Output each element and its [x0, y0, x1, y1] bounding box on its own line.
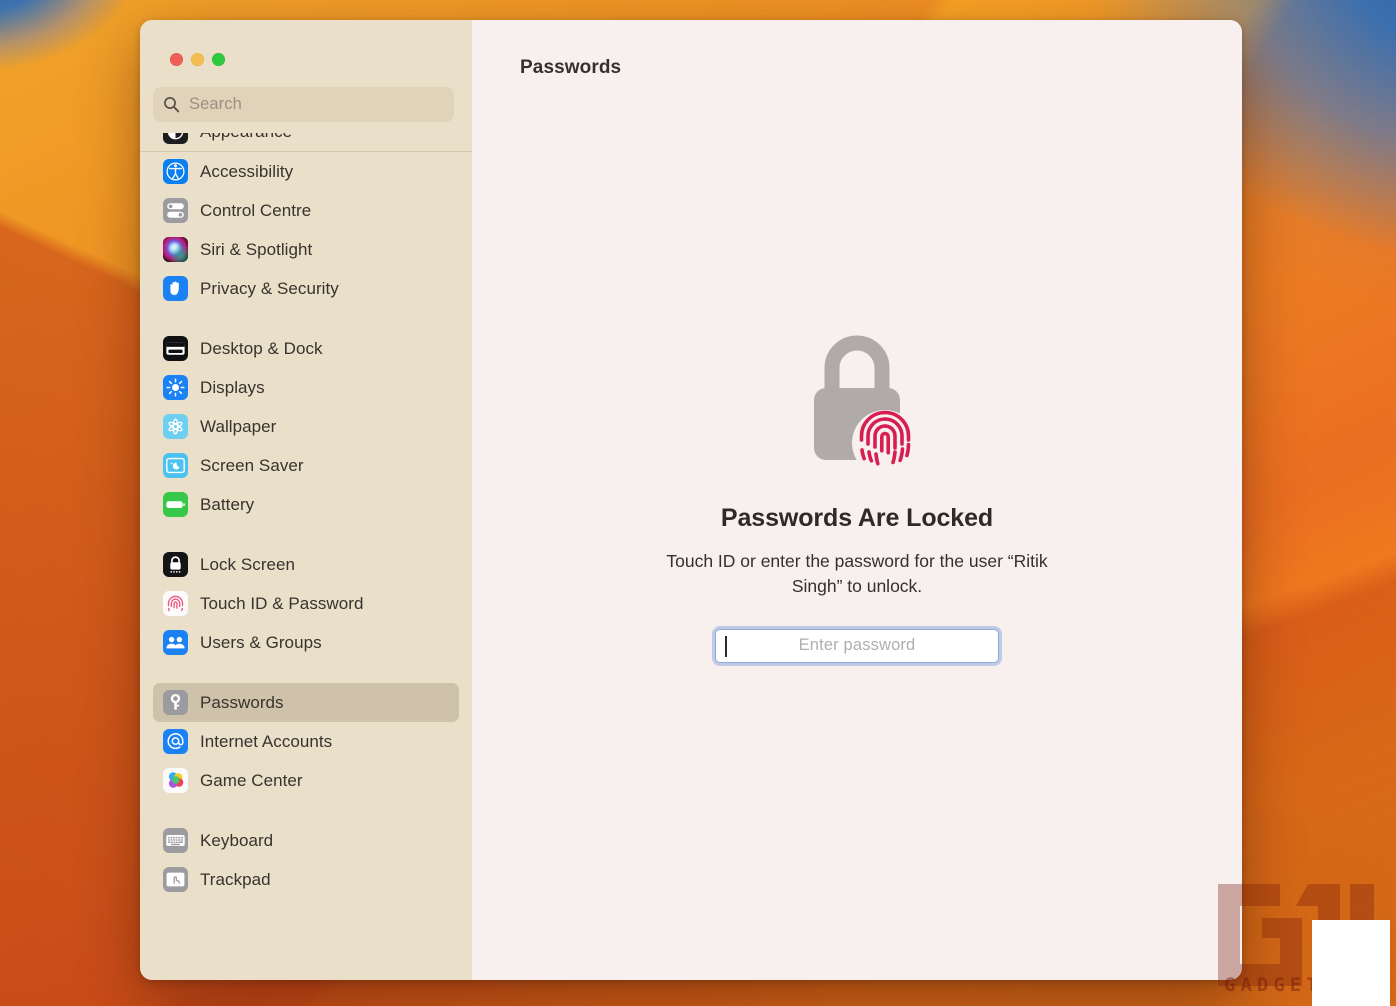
search-icon	[163, 96, 180, 113]
sidebar-item-label: Appearance	[200, 133, 292, 142]
sidebar-item-appearance-clipped[interactable]: Appearance	[153, 133, 459, 151]
sidebar-item-label: Lock Screen	[200, 554, 296, 574]
screensaver-icon	[163, 453, 188, 478]
sidebar-group-3: Lock Screen Touch ID & Password Users & …	[153, 545, 459, 662]
page-title: Passwords	[520, 57, 622, 78]
text-cursor	[725, 635, 727, 657]
sidebar-item-label: Accessibility	[200, 161, 294, 181]
control-centre-icon	[163, 198, 188, 223]
sidebar-group-2: Desktop & Dock Displays Wallpaper Screen…	[153, 329, 459, 524]
sidebar-item-label: Keyboard	[200, 830, 274, 850]
sidebar-item-game-center[interactable]: Game Center	[153, 761, 459, 800]
sidebar-item-desktop-dock[interactable]: Desktop & Dock	[153, 329, 459, 368]
sidebar-item-label: Privacy & Security	[200, 278, 339, 298]
internet-accounts-icon	[163, 729, 188, 754]
sidebar-item-appearance[interactable]: Appearance	[153, 133, 459, 151]
sidebar-item-displays[interactable]: Displays	[153, 368, 459, 407]
desktop-wallpaper: Search Appearanc	[0, 0, 1396, 1006]
sidebar-item-battery[interactable]: Battery	[153, 485, 459, 524]
lock-with-fingerprint-icon	[792, 320, 922, 480]
sidebar-item-label: Wallpaper	[200, 416, 277, 436]
system-settings-window: Search Appearanc	[140, 20, 1242, 980]
sidebar-item-siri-spotlight[interactable]: Siri & Spotlight	[153, 230, 459, 269]
keyboard-icon	[163, 828, 188, 853]
sidebar-item-passwords[interactable]: Passwords	[153, 683, 459, 722]
sidebar-item-label: Internet Accounts	[200, 731, 333, 751]
sidebar-item-keyboard[interactable]: Keyboard	[153, 821, 459, 860]
game-center-icon	[163, 768, 188, 793]
main-content-pane: Passwords Passwords Are Locked Touch ID …	[472, 20, 1242, 980]
locked-heading: Passwords Are Locked	[720, 504, 994, 532]
accessibility-icon	[163, 159, 188, 184]
sidebar-item-label: Passwords	[200, 692, 284, 712]
sidebar-group-4: Passwords Internet Accounts Game Center	[153, 683, 459, 800]
sidebar-item-users-groups[interactable]: Users & Groups	[153, 623, 459, 662]
sidebar-item-wallpaper[interactable]: Wallpaper	[153, 407, 459, 446]
sidebar-item-screen-saver[interactable]: Screen Saver	[153, 446, 459, 485]
sidebar-item-trackpad[interactable]: Trackpad	[153, 860, 459, 899]
sidebar-item-label: Screen Saver	[200, 455, 304, 475]
sidebar-header: Search	[140, 20, 472, 122]
sidebar-group-1: Accessibility Control Centre Siri & Spot…	[153, 152, 459, 308]
locked-subtext: Touch ID or enter the password for the u…	[666, 551, 1048, 596]
sidebar-item-internet-accounts[interactable]: Internet Accounts	[153, 722, 459, 761]
sidebar-item-label: Displays	[200, 377, 265, 397]
sidebar-item-label: Desktop & Dock	[200, 338, 323, 358]
sidebar-item-accessibility[interactable]: Accessibility	[153, 152, 459, 191]
sidebar-item-label: Users & Groups	[200, 632, 322, 652]
trackpad-icon	[163, 867, 188, 892]
close-button[interactable]	[170, 53, 183, 66]
privacy-icon	[163, 276, 188, 301]
battery-icon	[163, 492, 188, 517]
appearance-icon	[163, 133, 188, 144]
minimize-button[interactable]	[191, 53, 204, 66]
sidebar-item-label: Touch ID & Password	[200, 593, 364, 613]
sidebar-item-control-centre[interactable]: Control Centre	[153, 191, 459, 230]
sidebar: Search Appearanc	[140, 20, 472, 980]
sidebar-item-label: Control Centre	[200, 200, 312, 220]
search-input[interactable]: Search	[153, 87, 454, 122]
displays-icon	[163, 375, 188, 400]
wallpaper-icon	[163, 414, 188, 439]
touch-id-icon	[163, 591, 188, 616]
maximize-button[interactable]	[212, 53, 225, 66]
sidebar-item-lock-screen[interactable]: Lock Screen	[153, 545, 459, 584]
sidebar-item-label: Trackpad	[200, 869, 271, 889]
sidebar-item-label: Game Center	[200, 770, 303, 790]
passwords-locked-panel: Passwords Are Locked Touch ID or enter t…	[472, 320, 1242, 663]
key-icon	[163, 690, 188, 715]
lock-screen-icon	[163, 552, 188, 577]
password-placeholder: Enter password	[798, 636, 916, 655]
sidebar-item-label: Battery	[200, 494, 255, 514]
sidebar-group-5: Keyboard Trackpad	[153, 821, 459, 899]
sidebar-item-label: Siri & Spotlight	[200, 239, 313, 259]
window-controls	[140, 20, 472, 66]
password-input[interactable]: Enter password	[715, 628, 999, 663]
desktop-dock-icon	[163, 336, 188, 361]
sidebar-item-touch-id-password[interactable]: Touch ID & Password	[153, 584, 459, 623]
sidebar-item-privacy-security[interactable]: Privacy & Security	[153, 269, 459, 308]
sidebar-scroll-area[interactable]: Appearance Accessibi	[140, 133, 472, 980]
users-groups-icon	[163, 630, 188, 655]
search-container: Search	[140, 66, 472, 122]
search-placeholder: Search	[189, 95, 242, 113]
siri-icon	[163, 237, 188, 262]
